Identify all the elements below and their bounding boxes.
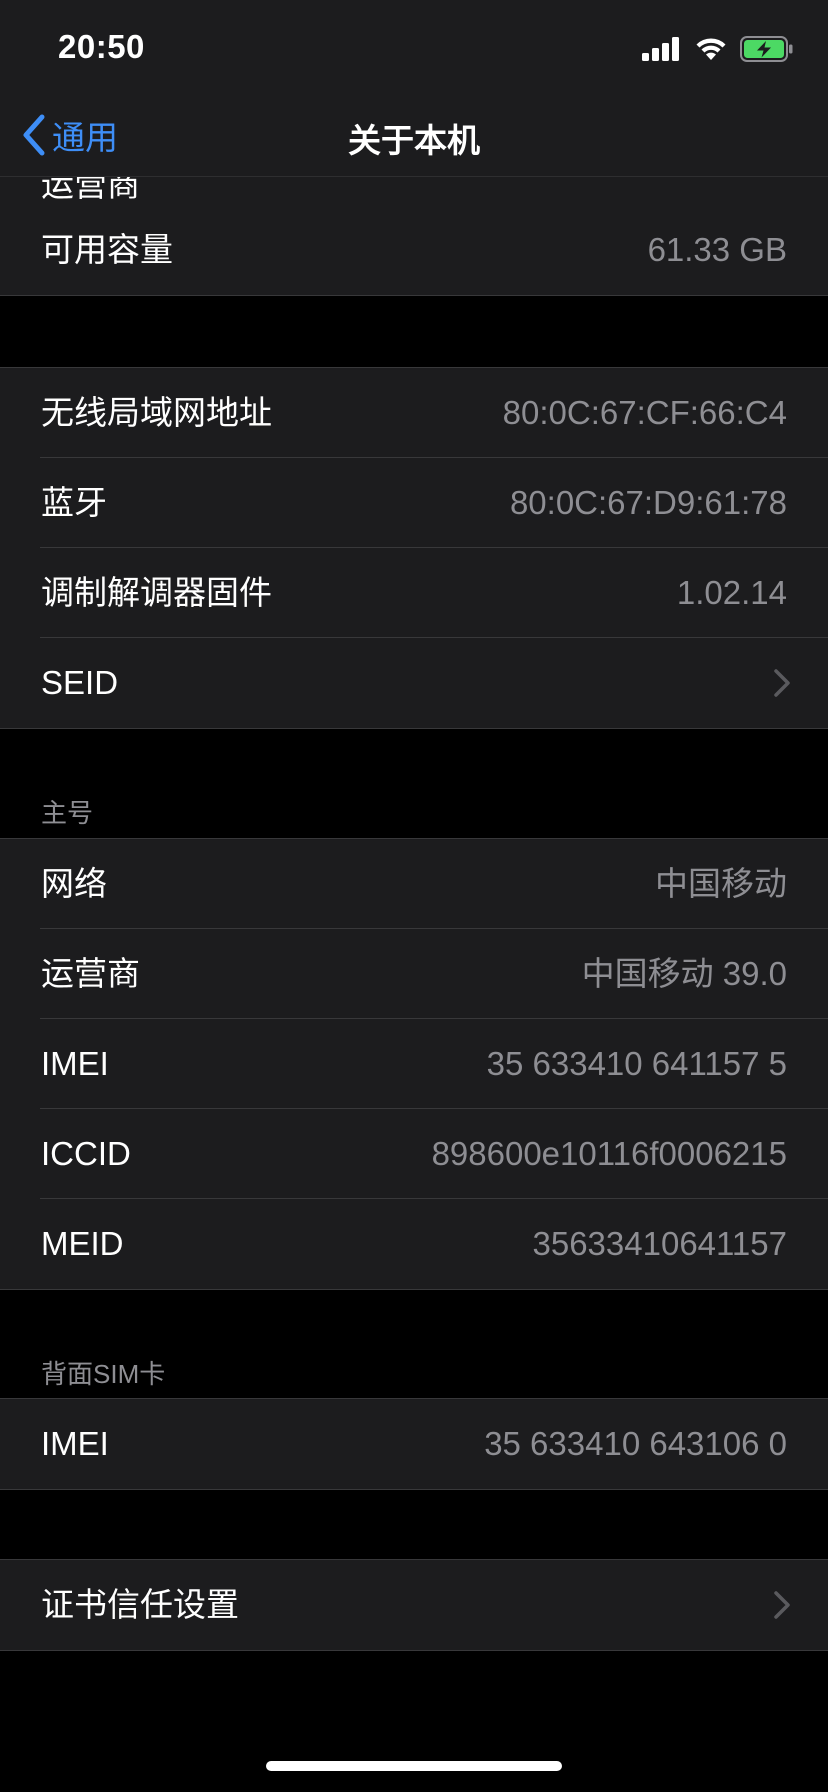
row-value: 中国移动 39.0 <box>581 955 787 992</box>
row-label: ICCID <box>41 1135 131 1172</box>
section-header-primary: 主号 <box>41 798 94 828</box>
row-label: 调制解调器固件 <box>41 574 272 611</box>
home-indicator[interactable] <box>266 1761 562 1771</box>
section-header-back-sim: 背面SIM卡 <box>41 1359 166 1389</box>
row-label: 网络 <box>41 865 107 902</box>
row-available-capacity: 可用容量 61.33 GB <box>0 205 828 295</box>
row-label: IMEI <box>41 1045 109 1082</box>
status-bar: 20:50 <box>0 0 828 96</box>
row-value: 898600e10116f0006215 <box>431 1135 787 1172</box>
row-value: 1.02.14 <box>676 574 787 611</box>
network-info-group: 无线局域网地址 80:0C:67:CF:66:C4 蓝牙 80:0C:67:D9… <box>0 367 828 729</box>
row-value: 35 633410 643106 0 <box>484 1425 787 1462</box>
cellular-signal-icon <box>642 37 679 61</box>
row-label: MEID <box>41 1225 124 1262</box>
row-network: 网络 中国移动 <box>0 839 828 929</box>
row-label: IMEI <box>41 1425 109 1462</box>
row-label: 证书信任设置 <box>41 1586 239 1623</box>
row-seid[interactable]: SEID <box>0 638 828 728</box>
chevron-right-icon <box>774 1591 790 1619</box>
status-icons <box>642 36 794 62</box>
primary-line-group: 网络 中国移动 运营商 中国移动 39.0 IMEI 35 633410 641… <box>0 838 828 1290</box>
partial-row-label: 运营商 <box>41 176 140 203</box>
certificates-group: 证书信任设置 <box>0 1559 828 1651</box>
back-sim-group: IMEI 35 633410 643106 0 <box>0 1398 828 1490</box>
row-value: 中国移动 <box>655 865 787 902</box>
row-label: 无线局域网地址 <box>41 394 272 431</box>
row-label: 蓝牙 <box>41 484 107 521</box>
status-time: 20:50 <box>58 28 145 65</box>
row-bluetooth: 蓝牙 80:0C:67:D9:61:78 <box>0 458 828 548</box>
battery-charging-icon <box>740 36 793 62</box>
storage-group: 可用容量 61.33 GB <box>0 205 828 296</box>
row-certificate-trust-settings[interactable]: 证书信任设置 <box>0 1560 828 1650</box>
row-value: 61.33 GB <box>647 231 787 268</box>
chevron-right-icon <box>774 669 790 697</box>
row-meid: MEID 35633410641157 <box>0 1199 828 1289</box>
row-value: 80:0C:67:D9:61:78 <box>509 484 787 521</box>
navigation-bar: 通用 关于本机 <box>0 96 828 177</box>
row-label: SEID <box>41 664 119 701</box>
page-title: 关于本机 <box>348 122 480 159</box>
row-iccid: ICCID 898600e10116f0006215 <box>0 1109 828 1199</box>
row-wifi-address: 无线局域网地址 80:0C:67:CF:66:C4 <box>0 368 828 458</box>
row-value: 35633410641157 <box>532 1225 788 1262</box>
row-value: 35 633410 641157 5 <box>486 1045 787 1082</box>
row-label: 可用容量 <box>41 231 173 268</box>
row-carrier: 运营商 中国移动 39.0 <box>0 929 828 1019</box>
partial-row: 运营商 <box>0 176 828 206</box>
row-label: 运营商 <box>41 955 140 992</box>
row-value: 80:0C:67:CF:66:C4 <box>502 394 787 431</box>
row-imei: IMEI 35 633410 641157 5 <box>0 1019 828 1109</box>
row-back-sim-imei: IMEI 35 633410 643106 0 <box>0 1399 828 1489</box>
row-modem-firmware: 调制解调器固件 1.02.14 <box>0 548 828 638</box>
wifi-icon <box>696 38 726 60</box>
